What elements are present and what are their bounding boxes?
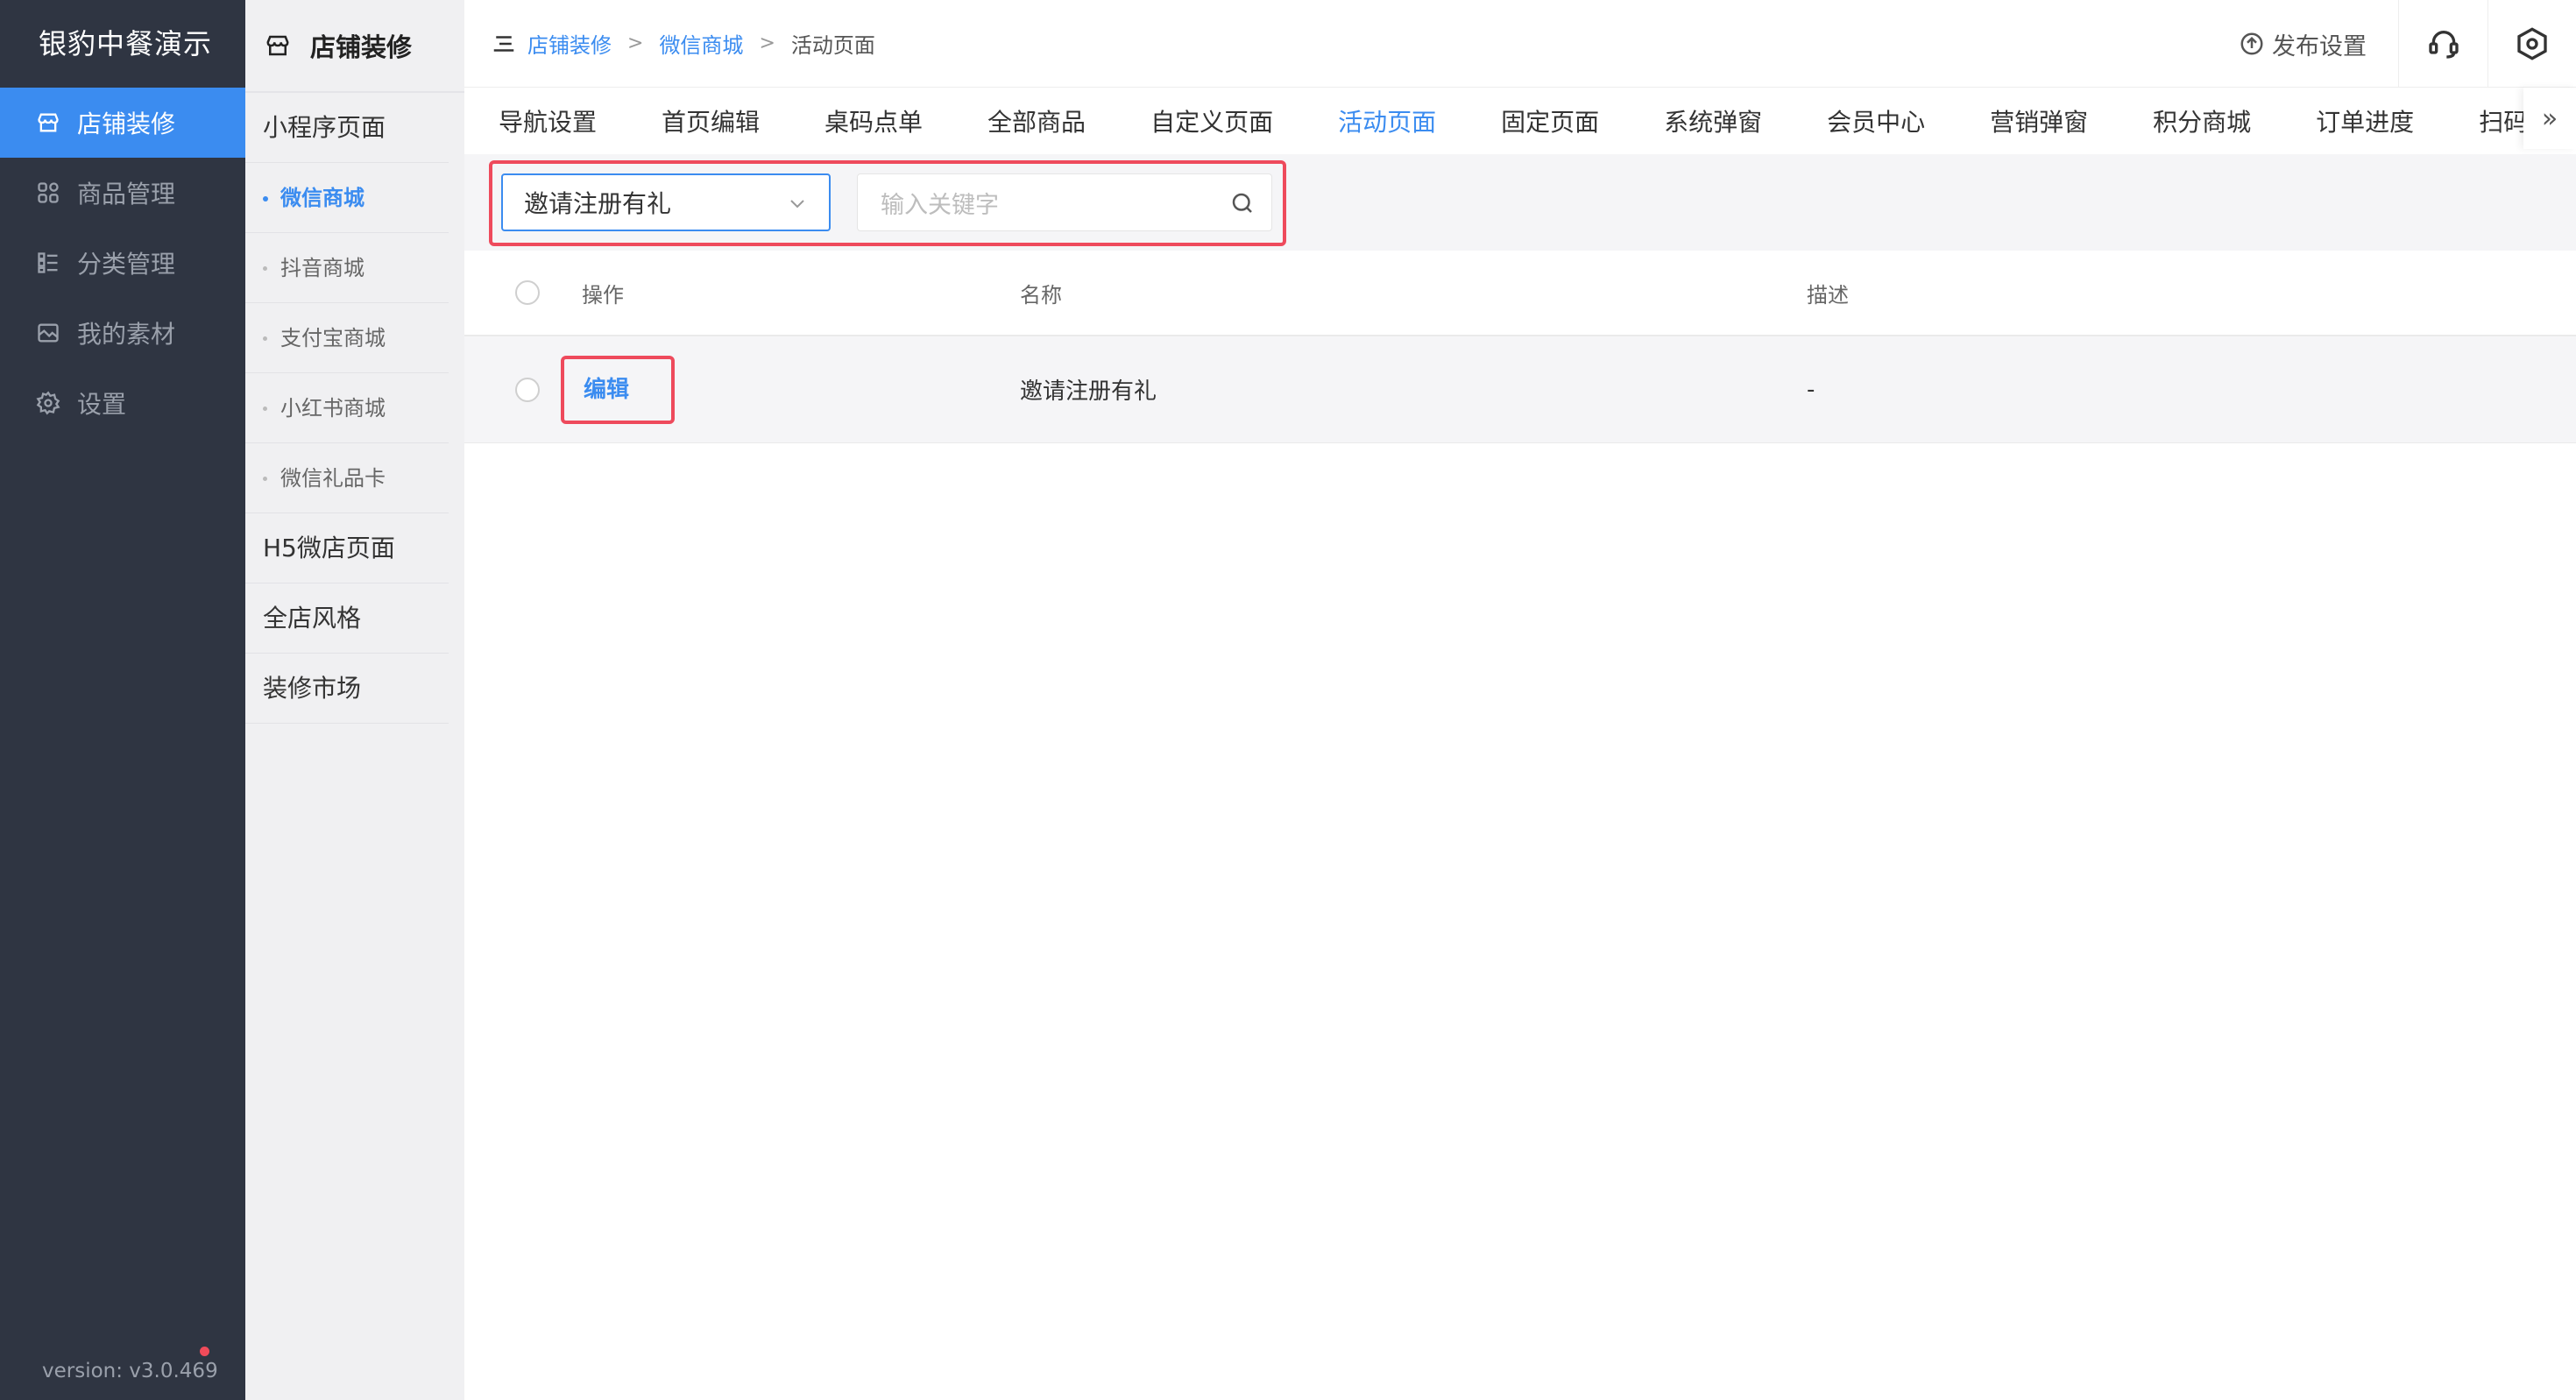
edit-link[interactable]: 编辑 <box>584 371 629 404</box>
subnav-item-wechat-mall[interactable]: 微信商城 <box>245 163 449 233</box>
tab-order-progress[interactable]: 订单进度 <box>2316 103 2414 138</box>
subnav-group-store-style[interactable]: 全店风格 <box>245 583 449 654</box>
app-root: 银豹中餐演示 店铺装修 商品管理 分类管理 我的素材 设置 version: v… <box>0 0 2576 1400</box>
publish-settings-label: 发布设置 <box>2272 32 2367 60</box>
update-dot <box>200 1347 209 1356</box>
subnav-item-wechat-giftcard[interactable]: 微信礼品卡 <box>245 443 449 513</box>
tab-table-order[interactable]: 桌码点单 <box>824 103 923 138</box>
top-bar: 店铺装修 > 微信商城 > 活动页面 发布设置 <box>464 0 2576 88</box>
sidebar-item-label: 我的素材 <box>77 320 176 349</box>
breadcrumb-current: 活动页面 <box>790 33 875 58</box>
menu-toggle-icon[interactable] <box>491 31 517 57</box>
filter-bar: 邀请注册有礼 输入关键字 <box>464 154 2576 251</box>
activity-select[interactable]: 邀请注册有礼 <box>501 173 831 231</box>
column-header-op: 操作 <box>582 282 624 308</box>
search-input[interactable]: 输入关键字 <box>857 173 1272 231</box>
breadcrumb-separator: > <box>759 32 775 54</box>
sidebar-item-products[interactable]: 商品管理 <box>0 158 245 228</box>
gear-icon <box>35 390 61 416</box>
subnav-group-h5[interactable]: H5微店页面 <box>245 513 449 583</box>
sidebar-item-label: 设置 <box>77 390 127 419</box>
tab-scan[interactable]: 扫码 <box>2479 103 2528 138</box>
sidebar-item-label: 分类管理 <box>77 250 176 279</box>
tab-fixed-page[interactable]: 固定页面 <box>1501 103 1599 138</box>
tab-activity-page[interactable]: 活动页面 <box>1338 103 1436 138</box>
row-select-radio[interactable] <box>515 377 540 402</box>
breadcrumb: 店铺装修 > 微信商城 > 活动页面 <box>491 28 875 59</box>
hexagon-settings-icon <box>2517 27 2547 60</box>
activity-select-value: 邀请注册有礼 <box>524 189 672 218</box>
chevron-down-icon <box>790 200 804 209</box>
sidebar-item-settings[interactable]: 设置 <box>0 368 245 438</box>
upload-icon <box>2240 32 2263 55</box>
breadcrumb-link-wechat[interactable]: 微信商城 <box>659 28 743 59</box>
brand-title: 银豹中餐演示 <box>39 27 213 60</box>
subnav-group-market[interactable]: 装修市场 <box>245 654 449 724</box>
sidebar-item-store-decoration[interactable]: 店铺装修 <box>0 88 245 158</box>
tab-member-center[interactable]: 会员中心 <box>1827 103 1925 138</box>
main-sidebar: 银豹中餐演示 店铺装修 商品管理 分类管理 我的素材 设置 version: v… <box>0 0 245 1400</box>
subnav-item-xiaohongshu-mall[interactable]: 小红书商城 <box>245 373 449 443</box>
tab-home-edit[interactable]: 首页编辑 <box>662 103 760 138</box>
table-row: 编辑 邀请注册有礼 - <box>464 336 2576 443</box>
grid-icon <box>35 180 61 206</box>
sub-sidebar: 店铺装修 小程序页面 微信商城 抖音商城 支付宝商城 小红书商城 微信礼品卡 H… <box>245 0 464 1400</box>
subnav-title: 店铺装修 <box>245 0 464 93</box>
search-icon[interactable] <box>1229 190 1256 216</box>
sidebar-item-materials[interactable]: 我的素材 <box>0 298 245 368</box>
breadcrumb-separator: > <box>627 32 644 54</box>
list-icon <box>35 250 61 276</box>
row-name: 邀请注册有礼 <box>1020 378 1157 405</box>
publish-settings-button[interactable]: 发布设置 <box>2207 0 2399 88</box>
top-actions: 发布设置 <box>2207 0 2576 88</box>
tab-all-products[interactable]: 全部商品 <box>987 103 1086 138</box>
tab-system-popup[interactable]: 系统弹窗 <box>1664 103 1762 138</box>
image-icon <box>35 320 61 346</box>
tab-custom-page[interactable]: 自定义页面 <box>1150 103 1273 138</box>
activity-table: 操作 名称 描述 编辑 邀请注册有礼 - <box>464 251 2576 443</box>
headset-icon <box>2428 31 2459 59</box>
table-header: 操作 名称 描述 <box>464 251 2576 336</box>
main-content: 店铺装修 > 微信商城 > 活动页面 发布设置 导航设置 首页编辑 桌码点单 全… <box>464 0 2576 1400</box>
store-icon <box>266 35 289 56</box>
double-chevron-right-icon: » <box>2541 103 2558 134</box>
sidebar-item-label: 店铺装修 <box>77 110 176 138</box>
breadcrumb-link-store[interactable]: 店铺装修 <box>527 28 612 59</box>
column-header-desc: 描述 <box>1807 282 1849 308</box>
column-header-name: 名称 <box>1020 282 1062 308</box>
tabs-scroll-right-button[interactable]: » <box>2523 88 2576 149</box>
search-placeholder: 输入关键字 <box>881 191 999 219</box>
tab-marketing-popup[interactable]: 营销弹窗 <box>1990 103 2088 138</box>
subnav-group-miniprogram[interactable]: 小程序页面 <box>245 93 449 163</box>
support-button[interactable] <box>2399 0 2488 88</box>
settings-button[interactable] <box>2488 0 2576 88</box>
version-label: version: v3.0.469 <box>42 1360 218 1382</box>
sidebar-item-categories[interactable]: 分类管理 <box>0 228 245 298</box>
select-all-radio[interactable] <box>515 280 540 305</box>
subnav-item-douyin-mall[interactable]: 抖音商城 <box>245 233 449 303</box>
subnav-item-alipay-mall[interactable]: 支付宝商城 <box>245 303 449 373</box>
tab-bar: 导航设置 首页编辑 桌码点单 全部商品 自定义页面 活动页面 固定页面 系统弹窗… <box>464 88 2576 154</box>
tab-nav-settings[interactable]: 导航设置 <box>499 103 597 138</box>
row-desc: - <box>1807 376 1815 403</box>
sidebar-item-label: 商品管理 <box>77 180 176 209</box>
tab-points-mall[interactable]: 积分商城 <box>2153 103 2251 138</box>
subnav-title-label: 店铺装修 <box>310 32 413 62</box>
store-icon <box>35 110 61 136</box>
